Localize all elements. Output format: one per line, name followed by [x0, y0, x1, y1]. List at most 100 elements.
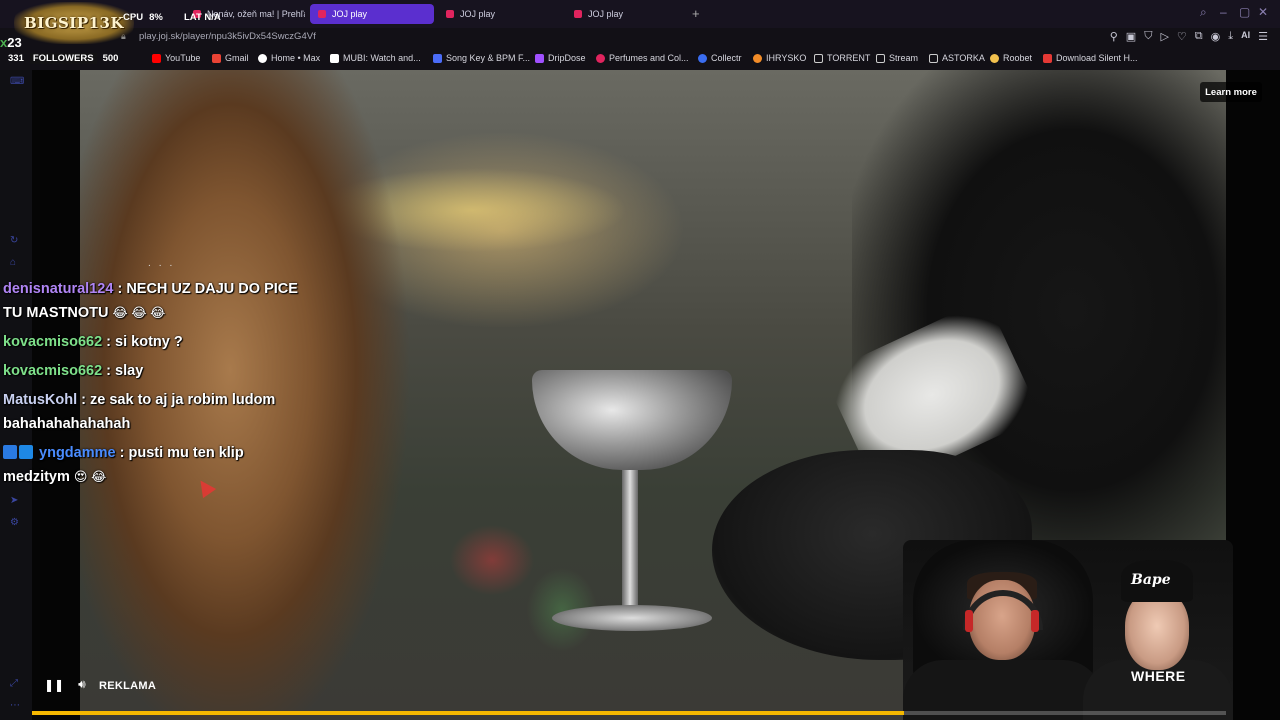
- bookmark-torrent[interactable]: TORRENT: [814, 53, 870, 63]
- video-scene-silver-cup: [532, 370, 732, 470]
- chat-emoji: 😍 😂: [73, 469, 107, 484]
- bookmark-ihrysko[interactable]: IHRYSKO: [753, 53, 806, 63]
- ai-icon[interactable]: AI: [1241, 30, 1250, 43]
- bookmark-perfumes[interactable]: Perfumes and Col...: [596, 53, 689, 63]
- chat-username: MatusKohl: [3, 392, 78, 408]
- extensions-icon[interactable]: ⧉: [1195, 30, 1203, 43]
- perfumes-icon: [596, 53, 605, 63]
- chat-username: denisnatural124: [3, 281, 114, 297]
- pin-icon[interactable]: ⚲: [1110, 30, 1118, 43]
- dripdose-icon: [535, 53, 544, 63]
- shield-icon[interactable]: ⛉: [1144, 30, 1152, 43]
- ad-label: REKLAMA: [99, 680, 157, 692]
- folder-icon: [876, 53, 885, 63]
- mubi-icon: [330, 53, 339, 63]
- bookmark-roobet[interactable]: Roobet: [990, 53, 1032, 63]
- gift-badge-icon: [19, 445, 33, 459]
- video-scene-cup-stem: [622, 470, 638, 610]
- ihrysko-icon: [753, 53, 762, 63]
- tab-favicon-icon: [446, 10, 454, 18]
- bookmark-dripdose[interactable]: DripDose: [535, 53, 586, 63]
- follower-goal: 331 FOLLOWERS 500: [8, 52, 119, 64]
- bookmark-collectr[interactable]: Collectr: [698, 53, 742, 63]
- url-field[interactable]: play.joj.sk/player/npu3k5ivDx54SwczG4Vf: [139, 31, 316, 42]
- volume-icon[interactable]: 🔊︎: [78, 677, 86, 692]
- tab-label: Nenáv, ožeň ma! | Prehľad: [207, 9, 305, 19]
- latency-readout: LAT N/A: [184, 12, 221, 23]
- collectr-icon: [698, 53, 707, 63]
- chat-typing-indicator: ...: [148, 258, 181, 269]
- heart-icon[interactable]: ♡: [1177, 30, 1187, 43]
- history-icon[interactable]: ↻: [10, 235, 18, 246]
- chat-username: yngdamme: [39, 445, 116, 461]
- chat-message: yngdamme : pusti mu ten klip medzitym 😍 …: [3, 445, 244, 485]
- tab-joj-play-3[interactable]: JOJ play: [566, 4, 690, 24]
- headset-cup-right: [1031, 610, 1039, 632]
- bookmark-stream[interactable]: Stream: [876, 53, 918, 63]
- video-scene-cup-base: [552, 605, 712, 631]
- songkey-icon: [433, 53, 442, 63]
- bag-icon[interactable]: ⌂: [10, 257, 16, 268]
- more-icon[interactable]: ⋯: [10, 700, 20, 711]
- tab-label: JOJ play: [460, 9, 496, 19]
- gmail-icon: [212, 53, 221, 63]
- streamer-logo: BIGSIP13K: [14, 2, 134, 44]
- tab-favicon-icon: [318, 10, 326, 18]
- chat-message: kovacmiso662 : slay: [3, 363, 144, 379]
- tab-label: JOJ play: [332, 9, 368, 19]
- folder-icon: [929, 53, 938, 63]
- sidebar-icon[interactable]: ☰: [1258, 30, 1268, 43]
- bookmark-download-silent[interactable]: Download Silent H...: [1043, 53, 1138, 63]
- screenshot-icon[interactable]: ▣: [1126, 30, 1136, 43]
- bookmark-songkey[interactable]: Song Key & BPM F...: [433, 53, 530, 63]
- chat-message: denisnatural124 : NECH UZ DAJU DO PICE T…: [3, 281, 298, 321]
- chat-text: slay: [115, 363, 144, 379]
- tab-label: JOJ play: [588, 9, 624, 19]
- download-icon[interactable]: ⤓: [1228, 30, 1233, 43]
- ad-progress-bar[interactable]: [32, 711, 1226, 715]
- roobet-icon: [990, 53, 999, 63]
- tab-favicon-icon: [574, 10, 582, 18]
- new-tab-plus-icon[interactable]: +: [692, 6, 700, 22]
- close-icon[interactable]: ✕: [1258, 5, 1268, 19]
- webcam-overlay: Bape WHERE: [903, 540, 1233, 720]
- send-icon[interactable]: ➤: [10, 495, 18, 506]
- youtube-icon: [152, 53, 161, 63]
- profile-icon[interactable]: ◉: [1211, 30, 1221, 43]
- max-icon: [258, 53, 267, 63]
- pause-icon[interactable]: ❚❚: [44, 678, 64, 692]
- settings-icon[interactable]: ⚙: [10, 517, 19, 528]
- search-icon[interactable]: ⌕: [1200, 5, 1207, 20]
- bookmark-mubi[interactable]: MUBI: Watch and...: [330, 53, 421, 63]
- bookmark-youtube[interactable]: YouTube: [152, 53, 200, 63]
- bookmark-astorka[interactable]: ASTORKA: [929, 53, 985, 63]
- maximize-icon[interactable]: ▢: [1239, 5, 1250, 19]
- sub-badge-icon: [3, 445, 17, 459]
- bookmark-gmail[interactable]: Gmail: [212, 53, 249, 63]
- streamer-2-shirt-text: WHERE: [1131, 668, 1186, 684]
- expand-icon[interactable]: ⤢: [10, 678, 18, 689]
- chat-message: kovacmiso662 : si kotny ?: [3, 334, 183, 350]
- chat-username: kovacmiso662: [3, 334, 103, 350]
- tab-joj-play-2[interactable]: JOJ play: [438, 4, 562, 24]
- streamer-2-face: [1125, 590, 1189, 670]
- minimize-icon[interactable]: –: [1220, 5, 1227, 19]
- streamer-2-cap: Bape: [1121, 560, 1193, 602]
- bookmarks-bar: YouTube Gmail Home • Max MUBI: Watch and…: [0, 48, 1280, 70]
- ad-progress-fill: [32, 711, 904, 715]
- headset-cup-left: [965, 610, 973, 632]
- gamepad-icon[interactable]: ⌨: [10, 76, 24, 87]
- tab-joj-play-active[interactable]: JOJ play: [310, 4, 434, 24]
- chat-username: kovacmiso662: [3, 363, 103, 379]
- chat-overlay: denisnatural124 : NECH UZ DAJU DO PICE T…: [3, 277, 303, 494]
- player-controls: ❚❚ 🔊︎: [44, 677, 86, 692]
- kill-counter: x23: [0, 35, 22, 50]
- x-icon: [1043, 53, 1052, 63]
- letterbox-right: [1226, 70, 1280, 720]
- folder-icon: [814, 53, 823, 63]
- learn-more-button[interactable]: Learn more: [1200, 82, 1262, 102]
- toolbar-icons: ⚲ ▣ ⛉ ▷ ♡ ⧉ ◉ ⤓ AI ☰: [1110, 30, 1268, 43]
- play-icon[interactable]: ▷: [1160, 30, 1168, 43]
- bookmark-max[interactable]: Home • Max: [258, 53, 320, 63]
- chat-emoji: 😂 😂 😂: [112, 305, 166, 320]
